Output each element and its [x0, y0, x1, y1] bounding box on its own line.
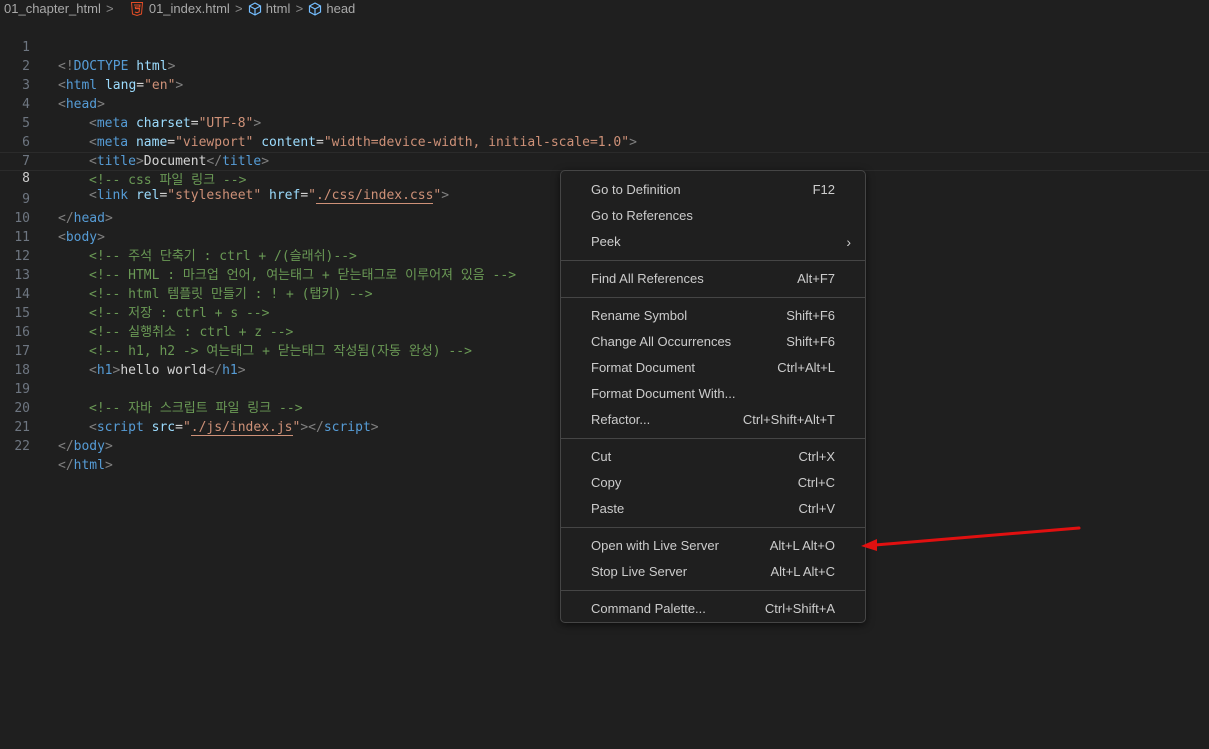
breadcrumb-folder-label: 01_chapter_html: [4, 1, 101, 16]
menu-separator: [561, 590, 865, 591]
token: >: [104, 439, 113, 454]
menu-item-shortcut: Shift+F6: [786, 308, 835, 323]
red-arrow-annotation: [861, 526, 1081, 551]
code-line[interactable]: 7 <!-- css 파일 링크 -->: [0, 133, 1209, 188]
breadcrumb-element-html-label: html: [265, 1, 291, 16]
menu-item-refactor[interactable]: Refactor... Ctrl+Shift+Alt+T: [561, 407, 865, 433]
menu-item-command-palette[interactable]: Command Palette... Ctrl+Shift+A: [561, 596, 865, 622]
menu-item-label: Cut: [591, 449, 612, 464]
breadcrumb-element-html[interactable]: html: [248, 1, 291, 16]
menu-item-label: Rename Symbol: [591, 308, 688, 323]
token: body: [73, 439, 105, 454]
chevron-right-icon: >: [106, 0, 114, 16]
context-menu: Go to Definition F12 Go to References Pe…: [560, 170, 866, 623]
menu-separator: [561, 260, 865, 261]
menu-item-rename-symbol[interactable]: Rename Symbol Shift+F6: [561, 303, 865, 329]
menu-separator: [561, 297, 865, 298]
menu-separator: [561, 527, 865, 528]
line-number: 22: [14, 439, 30, 454]
breadcrumb: 01_chapter_html > 01_index.html > html >…: [0, 0, 1209, 17]
code-line-current[interactable]: 8 <link rel="stylesheet" href="./css/ind…: [0, 152, 1209, 204]
menu-item-label: Stop Live Server: [591, 564, 688, 579]
menu-item-label: Format Document With...: [591, 386, 736, 401]
menu-item-shortcut: Ctrl+Shift+Alt+T: [742, 412, 835, 427]
cube-icon: [248, 1, 261, 16]
menu-item-go-to-definition[interactable]: Go to Definition F12: [561, 177, 865, 203]
cube-icon: [309, 1, 322, 16]
menu-item-change-all-occurrences[interactable]: Change All Occurrences Shift+F6: [561, 329, 865, 355]
code-line[interactable]: 4 <meta charset="UTF-8">: [0, 76, 1209, 131]
code-line[interactable]: 2 <html lang="en">: [0, 38, 1209, 93]
menu-item-shortcut: Alt+F7: [797, 271, 835, 286]
menu-item-label: Go to References: [591, 208, 693, 223]
menu-item-stop-live-server[interactable]: Stop Live Server Alt+L Alt+C: [561, 559, 865, 585]
html5-icon: [130, 1, 143, 16]
code-line[interactable]: 6 <title>Document</title>: [0, 114, 1209, 169]
breadcrumb-element-head-label: head: [326, 1, 356, 16]
menu-item-shortcut: Shift+F6: [786, 334, 835, 349]
menu-item-go-to-references[interactable]: Go to References: [561, 203, 865, 229]
menu-separator: [561, 438, 865, 439]
breadcrumb-folder[interactable]: 01_chapter_html: [0, 1, 101, 16]
menu-item-label: Paste: [591, 501, 625, 516]
breadcrumb-file[interactable]: 01_index.html: [119, 1, 230, 16]
menu-item-shortcut: Ctrl+V: [798, 501, 835, 516]
menu-item-open-with-live-server[interactable]: Open with Live Server Alt+L Alt+O: [561, 533, 865, 559]
menu-item-shortcut: Ctrl+C: [797, 475, 835, 490]
menu-item-label: Find All References: [591, 271, 704, 286]
token: </: [58, 439, 74, 454]
chevron-right-icon: >: [235, 0, 243, 16]
menu-item-label: Format Document: [591, 360, 696, 375]
menu-item-shortcut: Ctrl+Shift+A: [764, 601, 835, 616]
menu-item-label: Peek: [591, 234, 621, 249]
menu-item-shortcut: Alt+L Alt+C: [770, 564, 835, 579]
menu-item-label: Go to Definition: [591, 182, 681, 197]
menu-item-label: Change All Occurrences: [591, 334, 732, 349]
menu-item-shortcut: Ctrl+X: [798, 449, 835, 464]
code-line[interactable]: 5 <meta name="viewport" content="width=d…: [0, 95, 1209, 150]
chevron-right-icon: >: [295, 0, 304, 16]
token: >: [104, 458, 113, 473]
menu-item-cut[interactable]: Cut Ctrl+X: [561, 444, 865, 470]
menu-item-format-document[interactable]: Format Document Ctrl+Alt+L: [561, 355, 865, 381]
chevron-right-icon: ›: [846, 234, 851, 250]
token: </: [58, 458, 74, 473]
menu-item-peek[interactable]: Peek ›: [561, 229, 865, 255]
menu-item-paste[interactable]: Paste Ctrl+V: [561, 496, 865, 522]
token: html: [73, 458, 105, 473]
menu-item-format-document-with[interactable]: Format Document With...: [561, 381, 865, 407]
menu-item-find-all-references[interactable]: Find All References Alt+F7: [561, 266, 865, 292]
menu-item-label: Command Palette...: [591, 601, 706, 616]
breadcrumb-file-label: 01_index.html: [148, 1, 230, 16]
code-line[interactable]: 1 <!DOCTYPE html>: [0, 19, 1209, 74]
menu-item-shortcut: Alt+L Alt+O: [769, 538, 835, 553]
menu-item-copy[interactable]: Copy Ctrl+C: [561, 470, 865, 496]
menu-item-shortcut: F12: [812, 182, 835, 197]
menu-item-label: Copy: [591, 475, 622, 490]
menu-item-shortcut: Ctrl+Alt+L: [777, 360, 835, 375]
menu-item-label: Open with Live Server: [591, 538, 719, 553]
menu-item-label: Refactor...: [591, 412, 651, 427]
code-line[interactable]: 3 <head>: [0, 57, 1209, 112]
breadcrumb-element-head[interactable]: head: [308, 1, 355, 16]
